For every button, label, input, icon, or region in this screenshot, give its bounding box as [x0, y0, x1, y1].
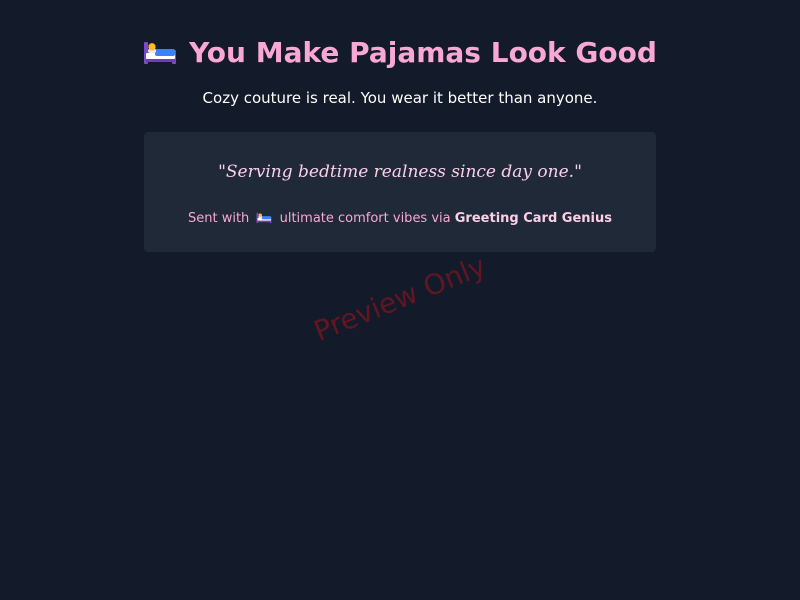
card-quote: "Serving bedtime realness since day one.…	[218, 162, 582, 182]
message-card: "Serving bedtime realness since day one.…	[144, 132, 656, 252]
card-title-text: You Make Pajamas Look Good	[189, 36, 657, 69]
signoff-middle: ultimate comfort vibes via	[279, 211, 451, 226]
signoff-prefix: Sent with	[188, 211, 250, 226]
card-title: You Make Pajamas Look Good	[0, 33, 800, 73]
card-signoff: Sent with ultimate comfort vibes via Gre…	[144, 210, 656, 228]
bed-icon	[256, 211, 272, 224]
brand-name: Greeting Card Genius	[454, 211, 612, 226]
greeting-card-preview: You Make Pajamas Look Good Cozy couture …	[0, 0, 800, 600]
bed-icon	[143, 37, 177, 65]
preview-watermark: Preview Only	[309, 249, 491, 348]
card-subtitle: Cozy couture is real. You wear it better…	[202, 89, 598, 107]
